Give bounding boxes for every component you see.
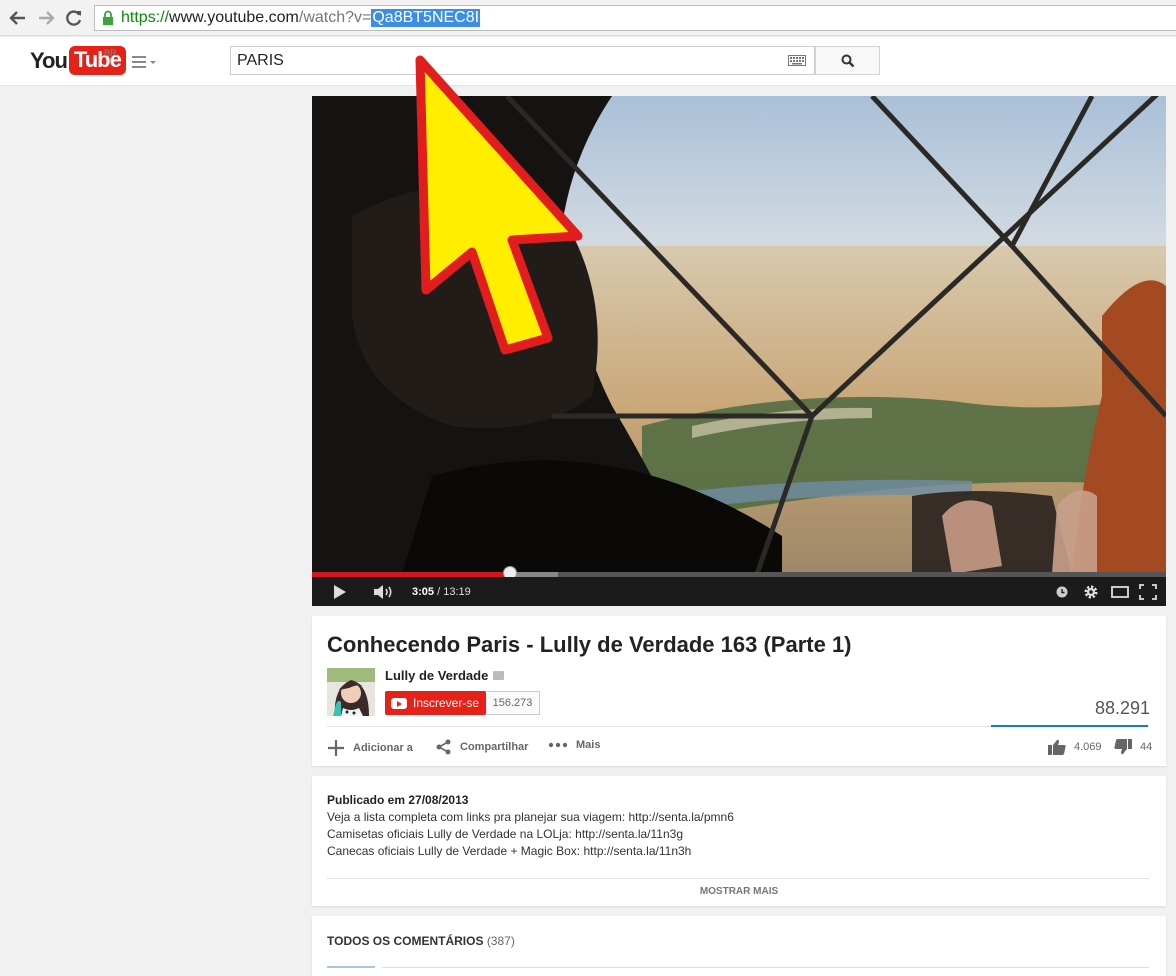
plus-icon — [328, 740, 344, 756]
keyboard-icon[interactable] — [788, 55, 806, 66]
guide-menu-button[interactable] — [132, 53, 158, 71]
url-scheme: https:// — [121, 9, 170, 26]
video-info-card: Conhecendo Paris - Lully de Verdade 163 … — [312, 616, 1166, 766]
settings-button[interactable] — [1082, 582, 1100, 602]
thumbs-up-icon — [1048, 739, 1066, 755]
avatar-photo — [327, 668, 375, 716]
verified-badge-icon — [493, 671, 504, 680]
more-label: Mais — [576, 739, 601, 751]
url-path: /watch?v= — [298, 9, 372, 26]
like-ratio-bar — [991, 725, 1149, 727]
subscriber-count: 156.273 — [486, 691, 540, 715]
description-card: Publicado em 27/08/2013 Veja a lista com… — [312, 776, 1166, 906]
channel-avatar[interactable] — [327, 668, 375, 716]
like-button[interactable]: 4.069 — [1048, 739, 1102, 755]
view-count: 88.291 — [1094, 698, 1150, 718]
publish-date: Publicado em 27/08/2013 — [327, 793, 469, 807]
comments-count: (387) — [486, 934, 515, 948]
gear-icon — [1084, 585, 1098, 599]
like-count: 4.069 — [1074, 741, 1102, 753]
duration: 13:19 — [443, 586, 471, 598]
player-controls: 3:05 / 13:19 — [312, 577, 1166, 606]
annotation-arrow-icon — [415, 55, 583, 355]
fullscreen-icon — [1139, 584, 1157, 600]
description-divider — [327, 878, 1149, 879]
lock-icon — [103, 10, 113, 25]
clock-icon — [1056, 586, 1068, 598]
comments-heading: TODOS OS COMENTÁRIOS (387) — [327, 934, 515, 948]
forward-button[interactable] — [34, 6, 58, 30]
comments-card: TODOS OS COMENTÁRIOS (387) — [312, 916, 1166, 976]
back-button[interactable] — [6, 6, 30, 30]
watch-later-button[interactable] — [1054, 582, 1070, 602]
theater-mode-icon — [1111, 586, 1129, 598]
region-code: BR — [104, 48, 117, 58]
fullscreen-button[interactable] — [1138, 582, 1158, 602]
theater-mode-button[interactable] — [1110, 582, 1130, 602]
search-button[interactable] — [815, 46, 880, 75]
play-icon — [334, 585, 346, 599]
address-bar[interactable]: https://www.youtube.com/watch?v= Qa8BT5NE… — [94, 5, 1176, 31]
more-dots-icon — [548, 742, 568, 748]
reload-icon — [66, 10, 82, 26]
add-to-button[interactable]: Adicionar a — [327, 739, 413, 757]
youtube-play-icon — [391, 697, 407, 709]
url-video-id-selected: Qa8BT5NEC8I — [371, 9, 481, 27]
hamburger-menu-icon — [132, 56, 156, 68]
volume-button[interactable] — [372, 582, 396, 602]
logo-you: You — [30, 47, 68, 73]
search-icon — [841, 54, 854, 67]
play-button[interactable] — [330, 582, 350, 602]
share-label: Compartilhar — [460, 741, 529, 753]
arrow-left-icon — [9, 11, 25, 25]
video-title: Conhecendo Paris - Lully de Verdade 163 … — [327, 632, 852, 657]
comments-title: TODOS OS COMENTÁRIOS — [327, 934, 484, 948]
more-button[interactable]: Mais — [548, 739, 600, 751]
time-display: 3:05 / 13:19 — [412, 586, 471, 598]
description-line: Canecas oficiais Lully de Verdade + Magi… — [327, 844, 692, 858]
current-time: 3:05 — [412, 586, 435, 598]
logo-tube: Tube — [68, 46, 126, 75]
add-to-label: Adicionar a — [353, 742, 413, 754]
url-host: www.youtube.com — [169, 9, 299, 26]
time-separator: / — [434, 586, 444, 598]
browser-toolbar: https://www.youtube.com/watch?v= Qa8BT5NE… — [0, 0, 1176, 36]
subscribe-button[interactable]: Inscrever-se — [385, 691, 486, 715]
thumbs-down-icon — [1114, 739, 1132, 755]
volume-icon — [374, 585, 392, 599]
description-line: Veja a lista completa com links pra plan… — [327, 810, 734, 824]
arrow-right-icon — [39, 11, 55, 25]
share-button[interactable]: Compartilhar — [436, 739, 528, 755]
dislike-count: 44 — [1140, 741, 1153, 753]
show-more-button[interactable]: MOSTRAR MAIS — [312, 886, 1166, 897]
reload-button[interactable] — [62, 6, 86, 30]
dislike-button[interactable]: 44 — [1114, 739, 1152, 755]
subscribe-label: Inscrever-se — [413, 696, 480, 710]
share-icon — [436, 739, 451, 755]
channel-name[interactable]: Lully de Verdade — [385, 668, 488, 683]
description-line: Camisetas oficiais Lully de Verdade na L… — [327, 827, 683, 841]
